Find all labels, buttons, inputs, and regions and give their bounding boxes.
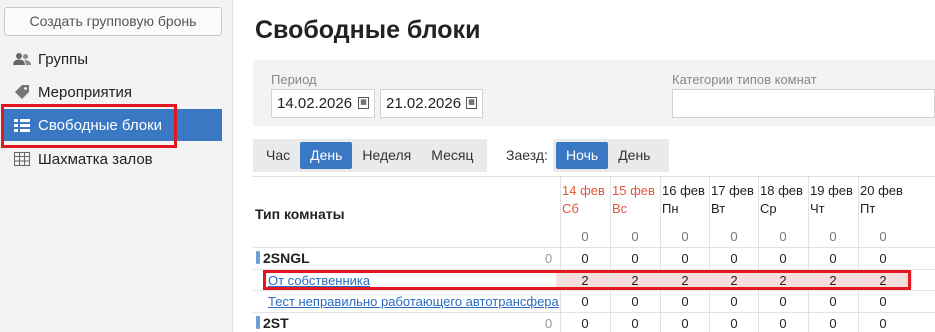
block-link[interactable]: Тест неправильно работающего автотрансфе… <box>268 294 559 309</box>
availability-cell: 0 <box>779 251 787 266</box>
room-type-total: 0 <box>545 251 553 266</box>
availability-cell: 0 <box>730 251 738 266</box>
row-separator <box>253 290 935 291</box>
availability-cell: 0 <box>829 251 837 266</box>
availability-cell: 0 <box>879 294 887 309</box>
availability-cell: 0 <box>779 294 787 309</box>
calendar-icon[interactable]: ▦ <box>466 97 477 109</box>
availability-cell: 0 <box>829 316 837 331</box>
day-date: 16 фев <box>662 183 705 198</box>
day-header: 17 фев Вт <box>711 182 754 218</box>
total-cell: 0 <box>631 229 639 244</box>
day-weekday: Вс <box>612 201 628 216</box>
sidebar-item-label: Мероприятия <box>38 83 133 101</box>
availability-cell: 0 <box>681 316 689 331</box>
day-date: 17 фев <box>711 183 754 198</box>
total-cell: 0 <box>581 229 589 244</box>
calendar-icon[interactable]: ▦ <box>358 97 369 109</box>
checkin-label: Заезд: <box>506 147 548 163</box>
availability-cell: 0 <box>779 316 787 331</box>
sidebar: Создать групповую бронь Группы Мероприят… <box>0 0 233 332</box>
room-type-header: Тип комнаты <box>255 206 345 222</box>
availability-cell: 0 <box>631 316 639 331</box>
day-header: 16 фев Пн <box>662 182 705 218</box>
availability-table: Тип комнаты 14 фев Сб 0 15 фев Вс 0 16 фев Пн 0 1… <box>253 176 935 332</box>
date-from-value: 14.02.2026 <box>277 95 353 112</box>
total-cell: 0 <box>681 229 689 244</box>
period-label: Период <box>271 72 317 87</box>
total-cell: 0 <box>879 229 887 244</box>
filter-panel: Период 14.02.2026 ▦ 21.02.2026 ▦ Категор… <box>253 60 935 126</box>
total-cell: 0 <box>730 229 738 244</box>
categories-label: Категории типов комнат <box>672 72 817 87</box>
availability-cell: 0 <box>829 294 837 309</box>
room-type-name: 2ST <box>263 315 289 331</box>
highlight-annotation <box>1 104 177 148</box>
availability-cell: 0 <box>879 251 887 266</box>
day-header: 15 фев Вс <box>612 182 655 218</box>
sidebar-item-label: Шахматка залов <box>38 150 153 168</box>
availability-cell: 0 <box>631 294 639 309</box>
sidebar-item-hall-chess[interactable]: Шахматка залов <box>4 143 222 175</box>
checkin-day-button[interactable]: День <box>608 142 660 169</box>
date-to-value: 21.02.2026 <box>386 95 462 112</box>
day-date: 19 фев <box>810 183 853 198</box>
date-from-field[interactable]: 14.02.2026 ▦ <box>271 89 375 118</box>
row-separator <box>253 247 935 248</box>
day-date: 20 фев <box>860 183 903 198</box>
scale-hour-button[interactable]: Час <box>256 142 300 169</box>
total-cell: 0 <box>829 229 837 244</box>
scale-month-button[interactable]: Месяц <box>421 142 483 169</box>
day-weekday: Ср <box>760 201 777 216</box>
day-header: 18 фев Ср <box>760 182 803 218</box>
tag-icon <box>12 84 32 100</box>
total-cell: 0 <box>779 229 787 244</box>
date-to-field[interactable]: 21.02.2026 ▦ <box>380 89 483 118</box>
page-title: Свободные блоки <box>255 16 481 44</box>
availability-cell: 0 <box>581 316 589 331</box>
day-weekday: Пн <box>662 201 679 216</box>
categories-input[interactable] <box>672 89 935 118</box>
day-weekday: Сб <box>562 201 579 216</box>
day-weekday: Пт <box>860 201 876 216</box>
day-date: 18 фев <box>760 183 803 198</box>
checkin-switch: Ночь День <box>553 139 669 172</box>
room-type-name: 2SNGL <box>263 250 310 266</box>
create-group-booking-button[interactable]: Создать групповую бронь <box>4 7 222 36</box>
day-weekday: Чт <box>810 201 825 216</box>
day-header: 20 фев Пт <box>860 182 903 218</box>
sidebar-item-label: Группы <box>38 50 88 68</box>
day-date: 14 фев <box>562 183 605 198</box>
table-icon <box>12 152 32 166</box>
room-type-total: 0 <box>545 316 553 331</box>
users-icon <box>12 52 32 66</box>
sidebar-item-groups[interactable]: Группы <box>4 43 222 75</box>
scale-switch: Час День Неделя Месяц <box>253 139 487 172</box>
scale-week-button[interactable]: Неделя <box>352 142 421 169</box>
availability-cell: 0 <box>631 251 639 266</box>
availability-cell: 0 <box>681 294 689 309</box>
day-date: 15 фев <box>612 183 655 198</box>
scale-day-button[interactable]: День <box>300 142 353 169</box>
room-type-marker <box>256 251 260 264</box>
availability-cell: 0 <box>581 251 589 266</box>
availability-cell: 0 <box>730 316 738 331</box>
room-type-marker <box>256 316 260 329</box>
checkin-night-button[interactable]: Ночь <box>556 142 609 169</box>
day-header: 14 фев Сб <box>562 182 605 218</box>
day-weekday: Вт <box>711 201 726 216</box>
availability-cell: 0 <box>581 294 589 309</box>
highlight-annotation <box>263 270 911 290</box>
availability-cell: 0 <box>681 251 689 266</box>
row-separator <box>253 312 935 313</box>
availability-cell: 0 <box>730 294 738 309</box>
availability-cell: 0 <box>879 316 887 331</box>
day-header: 19 фев Чт <box>810 182 853 218</box>
